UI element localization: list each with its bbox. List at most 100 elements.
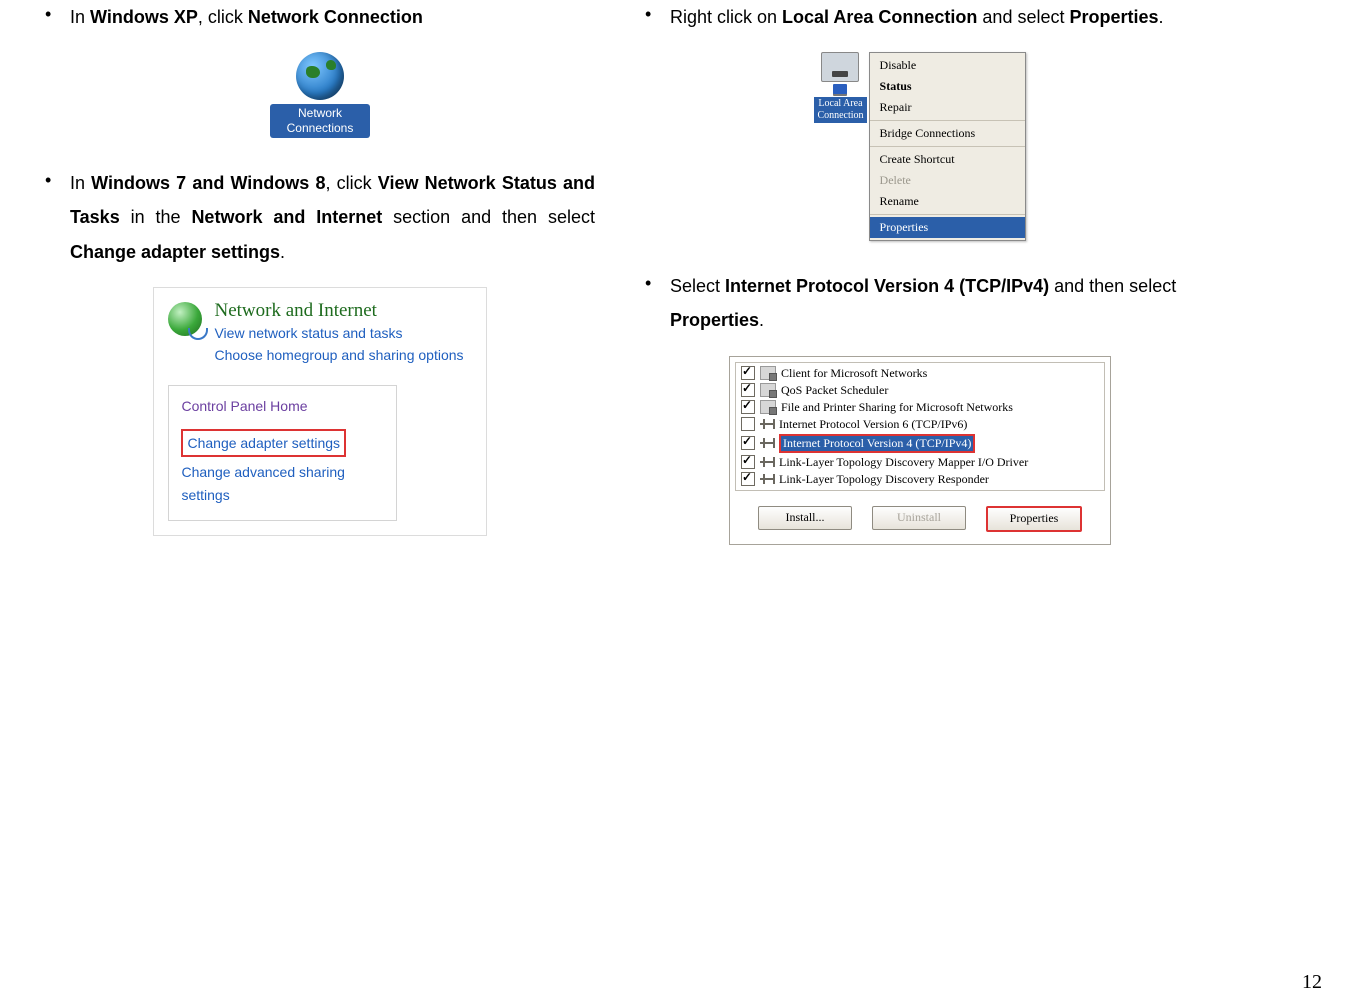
sidebar-link: settings xyxy=(181,484,396,506)
page-number: 12 xyxy=(1302,971,1322,994)
panel-title: Network and Internet xyxy=(214,300,463,322)
network-connections-desktop-icon: Network Connections xyxy=(270,52,370,138)
caption-line: Connections xyxy=(287,121,354,135)
item-label: Internet Protocol Version 6 (TCP/IPv6) xyxy=(779,417,967,432)
checkbox-icon xyxy=(741,455,755,469)
protocol-icon xyxy=(760,438,774,448)
action-name: Network Connection xyxy=(248,7,423,27)
figure-network-and-internet-panel: Network and Internet View network status… xyxy=(45,287,595,536)
service-icon xyxy=(760,366,776,380)
checkbox-icon xyxy=(741,436,755,450)
button-row: Install... Uninstall Properties xyxy=(730,496,1110,544)
document-page: • In Windows XP, click Network Connectio… xyxy=(0,0,1348,573)
list-item-selected: Internet Protocol Version 4 (TCP/IPv4) xyxy=(736,433,1104,454)
service-icon xyxy=(760,400,776,414)
item-label: Internet Protocol Version 4 (TCP/IPv4) xyxy=(779,434,975,453)
properties-button: Properties xyxy=(986,506,1082,532)
network-internet-panel: Network and Internet View network status… xyxy=(153,287,486,536)
item-label: Link-Layer Topology Discovery Responder xyxy=(779,472,989,487)
item-name: Local Area Connection xyxy=(782,7,977,27)
lac-icon-and-menu: Local Area Connection Disable Status Rep… xyxy=(814,52,1025,241)
networking-items-panel: Client for Microsoft Networks QoS Packet… xyxy=(729,356,1111,545)
list-item: Client for Microsoft Networks xyxy=(736,365,1104,382)
os-name: Windows XP xyxy=(90,7,198,27)
icon-caption: Local Area Connection xyxy=(814,97,866,123)
right-column: • Right click on Local Area Connection a… xyxy=(620,0,1220,573)
bullet-ipv4: • Select Internet Protocol Version 4 (TC… xyxy=(645,269,1195,337)
text: . xyxy=(1159,7,1164,27)
menu-item-delete: Delete xyxy=(870,170,1025,191)
menu-item-disable: Disable xyxy=(870,55,1025,76)
bullet-marker: • xyxy=(645,269,670,337)
bullet-marker: • xyxy=(45,166,70,269)
install-button: Install... xyxy=(758,506,852,530)
panel-header-texts: Network and Internet View network status… xyxy=(214,300,463,367)
globe-icon xyxy=(296,52,344,100)
icon-caption: Network Connections xyxy=(270,104,370,138)
checkbox-icon xyxy=(741,472,755,486)
menu-item-shortcut: Create Shortcut xyxy=(870,149,1025,170)
text: Select xyxy=(670,276,725,296)
item-label: Client for Microsoft Networks xyxy=(781,366,927,381)
item-name: Internet Protocol Version 4 (TCP/IPv4) xyxy=(725,276,1049,296)
protocol-icon xyxy=(760,474,774,484)
os-name: Windows 7 and Windows 8 xyxy=(91,173,325,193)
list-item: Link-Layer Topology Discovery Responder xyxy=(736,471,1104,488)
text: In xyxy=(70,173,91,193)
panel-header-row: Network and Internet View network status… xyxy=(168,300,463,367)
menu-item-status: Status xyxy=(870,76,1025,97)
list-item: Internet Protocol Version 6 (TCP/IPv6) xyxy=(736,416,1104,433)
figure-lac-context-menu: Local Area Connection Disable Status Rep… xyxy=(645,52,1195,241)
uninstall-button: Uninstall xyxy=(872,506,966,530)
service-icon xyxy=(760,383,776,397)
menu-item-bridge: Bridge Connections xyxy=(870,123,1025,144)
action-name: Properties xyxy=(670,310,759,330)
bullet-text: Select Internet Protocol Version 4 (TCP/… xyxy=(670,269,1195,337)
bullet-text: In Windows 7 and Windows 8, click View N… xyxy=(70,166,595,269)
bullet-marker: • xyxy=(645,0,670,34)
sidebar-link: Change advanced sharing xyxy=(181,461,396,483)
text: , click xyxy=(325,173,377,193)
change-adapter-settings: Change adapter settings xyxy=(181,429,346,457)
menu-item-rename: Rename xyxy=(870,191,1025,212)
bullet-xp: • In Windows XP, click Network Connectio… xyxy=(45,0,595,34)
list-item: Link-Layer Topology Discovery Mapper I/O… xyxy=(736,454,1104,471)
menu-item-repair: Repair xyxy=(870,97,1025,118)
checkbox-icon xyxy=(741,400,755,414)
caption-line: Connection xyxy=(817,110,863,121)
text: In xyxy=(70,7,90,27)
caption-line: Network xyxy=(298,106,342,120)
bullet-marker: • xyxy=(45,0,70,34)
bullet-text: In Windows XP, click Network Connection xyxy=(70,0,423,34)
text: and then select xyxy=(1049,276,1176,296)
item-label: Link-Layer Topology Discovery Mapper I/O… xyxy=(779,455,1028,470)
panel-link: View network status and tasks xyxy=(214,322,463,344)
list-item: File and Printer Sharing for Microsoft N… xyxy=(736,399,1104,416)
menu-item-properties: Properties xyxy=(870,217,1025,238)
bullet-win7-8: • In Windows 7 and Windows 8, click View… xyxy=(45,166,595,269)
monitor-icon xyxy=(821,52,859,82)
checkbox-icon xyxy=(741,366,755,380)
section-name: Network and Internet xyxy=(191,207,382,227)
protocol-icon xyxy=(760,457,774,467)
item-label: File and Printer Sharing for Microsoft N… xyxy=(781,400,1013,415)
caption-line: Local Area xyxy=(818,98,862,109)
protocol-icon xyxy=(760,419,774,429)
text: Right click on xyxy=(670,7,782,27)
panel-link: Choose homegroup and sharing options xyxy=(214,344,463,366)
figure-network-connections-icon: Network Connections xyxy=(45,52,595,138)
list-item: QoS Packet Scheduler xyxy=(736,382,1104,399)
text: in the xyxy=(120,207,192,227)
cable-icon xyxy=(833,84,847,94)
control-panel-home-link: Control Panel Home xyxy=(181,395,396,417)
text: section and then select xyxy=(382,207,595,227)
left-column: • In Windows XP, click Network Connectio… xyxy=(20,0,620,573)
networking-items-list: Client for Microsoft Networks QoS Packet… xyxy=(735,362,1105,491)
bullet-text: Right click on Local Area Connection and… xyxy=(670,0,1164,34)
item-label: QoS Packet Scheduler xyxy=(781,383,888,398)
network-globe-icon xyxy=(168,302,202,336)
text: , click xyxy=(198,7,248,27)
action-name: Properties xyxy=(1069,7,1158,27)
lac-desktop-icon: Local Area Connection xyxy=(814,52,866,123)
checkbox-icon xyxy=(741,383,755,397)
